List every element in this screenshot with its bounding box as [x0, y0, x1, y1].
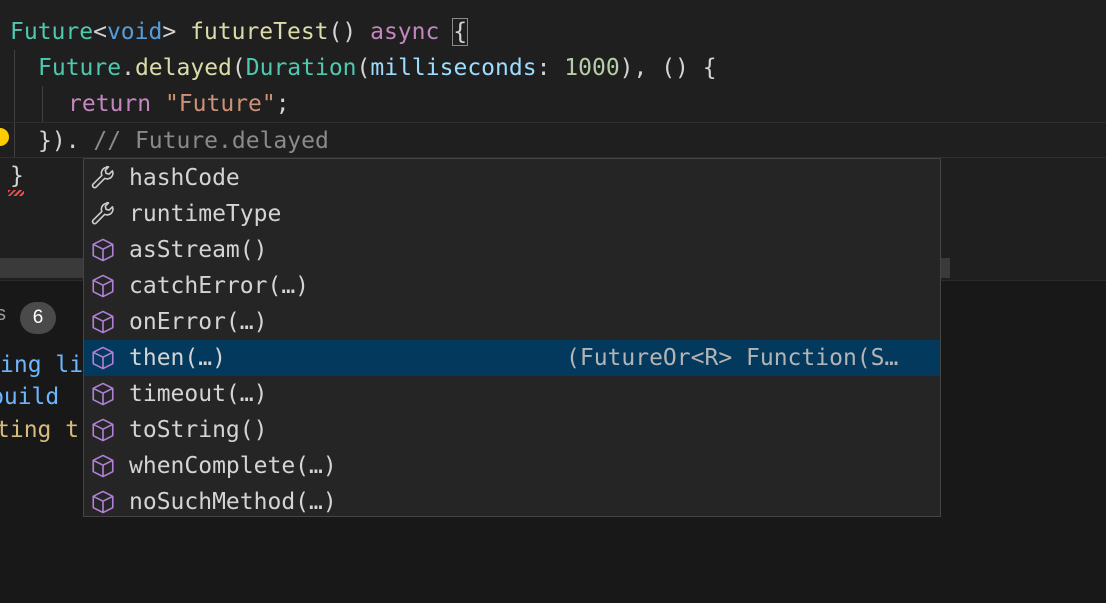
- code-line-2[interactable]: Future.delayed(Duration(milliseconds: 10…: [38, 50, 717, 86]
- error-squiggle: [8, 190, 24, 196]
- cube-icon: [92, 490, 114, 514]
- keyword-token: async: [370, 19, 440, 45]
- output-line: ting t: [0, 417, 80, 443]
- suggestion-label: whenComplete(…): [129, 453, 337, 479]
- suggestion-item[interactable]: noSuchMethod(…): [84, 484, 940, 516]
- type-token: Future: [10, 19, 94, 45]
- problems-count-badge: 6: [20, 302, 56, 334]
- cube-icon: [92, 238, 114, 262]
- suggestion-label: noSuchMethod(…): [129, 489, 337, 515]
- autocomplete-suggest-widget[interactable]: hashCode runtimeType asStream() catchError(…: [83, 158, 941, 517]
- suggestion-label: timeout(…): [129, 381, 268, 407]
- suggestion-item[interactable]: whenComplete(…): [84, 448, 940, 484]
- cube-icon: [92, 346, 114, 370]
- suggestion-label: runtimeType: [129, 201, 282, 227]
- suggestion-item[interactable]: then(…) (FutureOr<R> Function(S…: [84, 340, 940, 376]
- suggestion-label: toString(): [129, 417, 268, 443]
- suggestion-item[interactable]: toString(): [84, 412, 940, 448]
- code-line-4-current[interactable]: }). // Future.delayed: [0, 122, 1106, 158]
- suggestion-item[interactable]: onError(…): [84, 304, 940, 340]
- output-line: ing li: [0, 352, 84, 378]
- code-line-3[interactable]: return "Future";: [68, 86, 290, 122]
- code-line-1[interactable]: Future<void> futureTest() async {: [10, 14, 469, 50]
- suggestion-item[interactable]: catchError(…): [84, 268, 940, 304]
- cube-icon: [92, 310, 114, 334]
- cube-icon: [92, 454, 114, 478]
- cube-icon: [92, 418, 114, 442]
- indent-guide: [42, 86, 43, 122]
- code-comment: // Future.delayed: [93, 128, 329, 154]
- cube-icon: [92, 274, 114, 298]
- suggestion-label: asStream(): [129, 237, 268, 263]
- suggestion-label: onError(…): [129, 309, 268, 335]
- suggestion-detail: (FutureOr<R> Function(S…: [566, 345, 899, 371]
- code-line-5[interactable]: }: [10, 158, 24, 194]
- panel-tab-label-fragment[interactable]: s: [0, 303, 6, 326]
- suggestion-item[interactable]: runtimeType: [84, 196, 940, 232]
- output-line: build: [0, 384, 60, 410]
- wrench-icon: [91, 165, 114, 189]
- cube-icon: [92, 382, 114, 406]
- suggestion-item[interactable]: asStream(): [84, 232, 940, 268]
- matched-brace: {: [452, 18, 469, 46]
- wrench-icon: [91, 201, 114, 225]
- suggestion-item[interactable]: hashCode: [84, 160, 940, 196]
- suggestion-label: catchError(…): [129, 273, 310, 299]
- function-name: futureTest: [190, 19, 329, 45]
- suggestion-item[interactable]: timeout(…): [84, 376, 940, 412]
- suggestion-label: then(…): [129, 345, 226, 371]
- keyword-token: void: [106, 19, 163, 45]
- suggestion-label: hashCode: [129, 165, 240, 191]
